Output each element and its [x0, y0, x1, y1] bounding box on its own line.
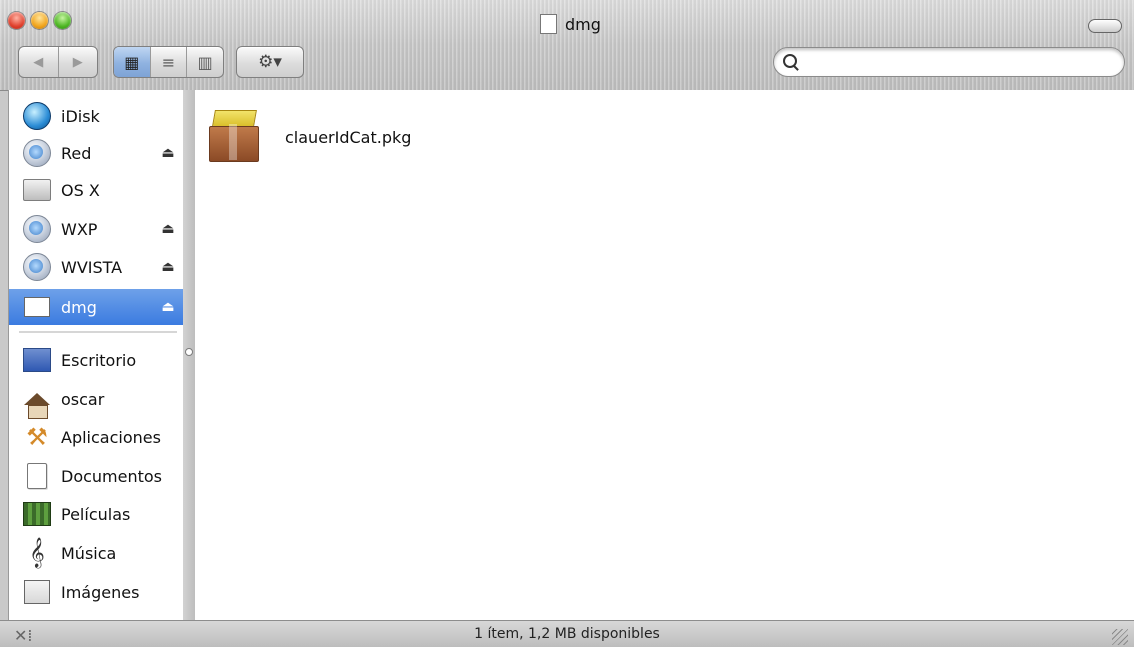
back-forward-buttons: ◀ ▶	[18, 46, 98, 78]
sidebar-item-wxp[interactable]: WXP ⏏	[9, 211, 183, 247]
window-title: dmg	[540, 14, 601, 34]
status-bar: ✕⁞ 1 ítem, 1,2 MB disponibles	[0, 620, 1134, 647]
sidebar-item-peliculas[interactable]: Películas	[9, 496, 183, 532]
file-name[interactable]: clauerIdCat.pkg	[285, 128, 411, 147]
pictures-icon	[23, 578, 51, 606]
sidebar-item-osx[interactable]: OS X	[9, 172, 183, 208]
disk-image-icon	[540, 14, 557, 34]
minimize-button[interactable]	[31, 12, 48, 29]
sidebar-item-oscar[interactable]: oscar	[9, 381, 183, 419]
applications-icon: ⚒	[26, 423, 48, 451]
sidebar-item-label: iDisk	[61, 106, 100, 126]
sidebar-item-label: WVISTA	[61, 257, 123, 277]
sidebar-item-label: Películas	[61, 504, 131, 524]
file-browser-content: clauerIdCat.pkg	[195, 90, 1134, 620]
search-icon	[783, 54, 797, 68]
sidebar-item-escritorio[interactable]: Escritorio	[9, 342, 183, 378]
desktop-icon	[23, 346, 51, 374]
sidebar-item-idisk[interactable]: iDisk	[9, 98, 183, 134]
action-menu-button[interactable]: ⚙▾	[236, 46, 304, 78]
music-icon: 𝄞	[29, 538, 45, 568]
sidebar-item-red[interactable]: Red ⏏	[9, 135, 183, 171]
sidebar-item-aplicaciones[interactable]: ⚒ Aplicaciones	[9, 419, 183, 455]
eject-icon[interactable]: ⏏	[153, 221, 183, 237]
sidebar-item-label: Documentos	[61, 466, 163, 486]
window-title-text: dmg	[565, 14, 601, 34]
idisk-icon	[23, 102, 51, 130]
sidebar-separator	[19, 331, 177, 333]
sidebar-item-musica[interactable]: 𝄞 Música	[9, 535, 183, 571]
gear-icon[interactable]: ⚙▾	[237, 47, 303, 77]
file-item[interactable]: clauerIdCat.pkg	[203, 108, 411, 166]
sidebar-item-label: Imágenes	[61, 582, 140, 602]
eject-icon[interactable]: ⏏	[153, 145, 183, 161]
back-button[interactable]: ◀	[19, 47, 59, 77]
titlebar: dmg ◀ ▶ ▦ ≡ ▥ ⚙▾	[0, 0, 1134, 91]
forward-button[interactable]: ▶	[59, 47, 98, 77]
splitter-handle[interactable]	[185, 348, 193, 356]
column-view-button[interactable]: ▥	[187, 47, 223, 77]
home-icon	[23, 385, 51, 419]
sidebar-item-label: Escritorio	[61, 350, 137, 370]
sidebar-item-dmg[interactable]: dmg ⏏	[9, 289, 183, 325]
list-view-button[interactable]: ≡	[151, 47, 188, 77]
status-text: 1 ítem, 1,2 MB disponibles	[474, 626, 660, 642]
movies-icon	[23, 500, 51, 528]
disk-image-icon	[23, 293, 51, 321]
finder-window: dmg ◀ ▶ ▦ ≡ ▥ ⚙▾ iDisk Red ⏏ OS X WXP ⏏ …	[0, 0, 1134, 647]
resize-grip[interactable]	[1112, 629, 1128, 645]
view-mode-buttons: ▦ ≡ ▥	[113, 46, 224, 78]
sidebar-item-wvista[interactable]: WVISTA ⏏	[9, 249, 183, 285]
close-button[interactable]	[8, 12, 25, 29]
sidebar-item-documentos[interactable]: Documentos	[9, 458, 183, 494]
package-icon[interactable]	[203, 108, 263, 166]
documents-icon	[23, 462, 51, 490]
network-globe-icon	[23, 215, 51, 243]
icon-view-button[interactable]: ▦	[114, 47, 151, 77]
search-input[interactable]	[773, 47, 1125, 77]
sidebar-item-label: WXP	[61, 219, 98, 239]
sidebar-item-label: OS X	[61, 180, 100, 200]
sidebar-item-label: Red	[61, 143, 92, 163]
sidebar-item-label: Música	[61, 543, 117, 563]
sidebar-splitter[interactable]	[183, 90, 195, 620]
sidebar-item-label: dmg	[61, 297, 97, 317]
sidebar-item-imagenes[interactable]: Imágenes	[9, 574, 183, 610]
eject-icon[interactable]: ⏏	[153, 299, 183, 315]
hard-drive-icon	[23, 176, 51, 204]
network-globe-icon	[23, 139, 51, 167]
toolbar-toggle-button[interactable]	[1088, 19, 1122, 33]
zoom-button[interactable]	[54, 12, 71, 29]
network-globe-icon	[23, 253, 51, 281]
sidebar-item-label: oscar	[61, 389, 105, 409]
sidebar: iDisk Red ⏏ OS X WXP ⏏ WVISTA ⏏ dmg ⏏ Es…	[8, 90, 184, 620]
eject-icon[interactable]: ⏏	[153, 259, 183, 275]
sidebar-item-label: Aplicaciones	[61, 427, 161, 447]
